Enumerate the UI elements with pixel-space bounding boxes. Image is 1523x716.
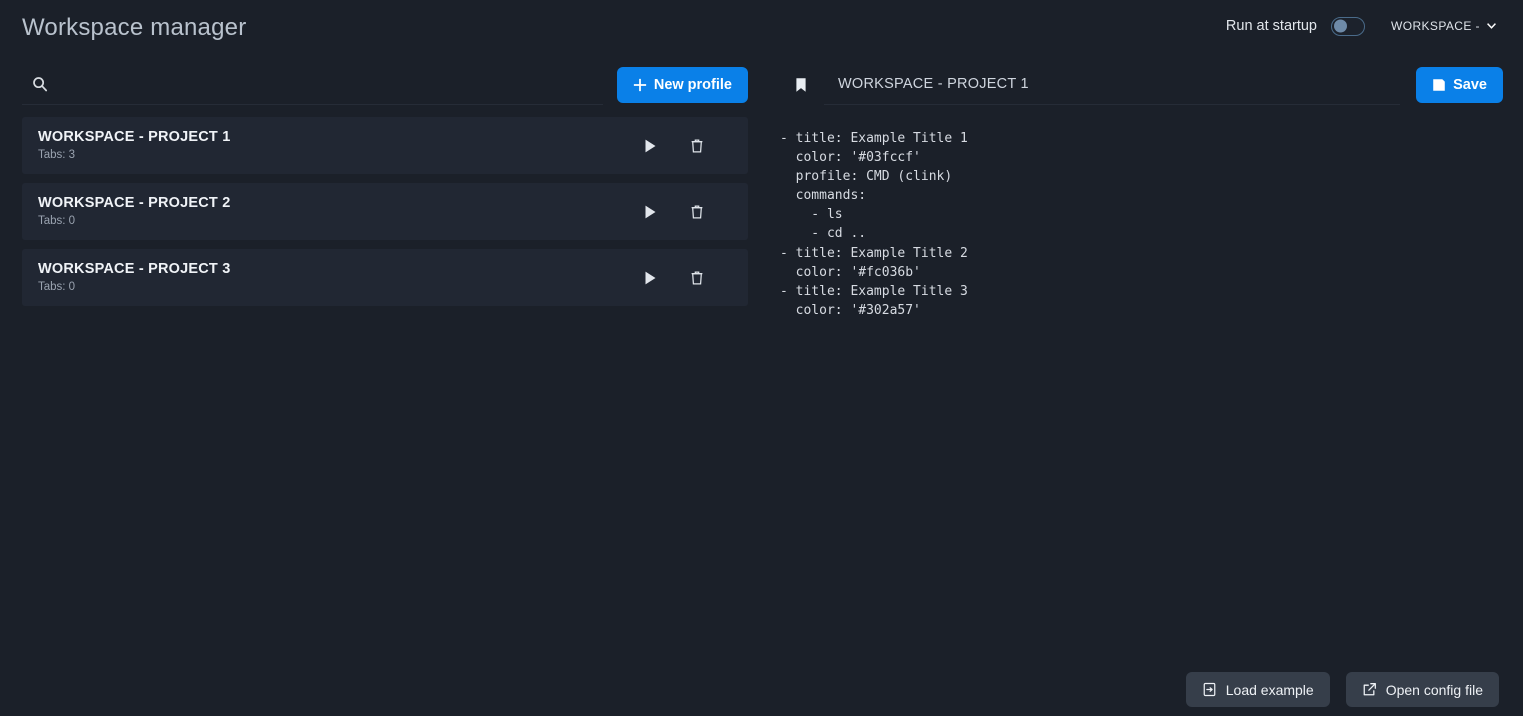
plus-icon xyxy=(633,78,647,92)
file-import-icon xyxy=(1202,682,1217,697)
new-profile-label: New profile xyxy=(653,76,732,93)
table-row[interactable]: WORKSPACE - PROJECT 2 Tabs: 0 xyxy=(22,183,748,240)
chevron-down-icon xyxy=(1486,21,1497,32)
load-example-label: Load example xyxy=(1225,681,1314,698)
profile-meta: WORKSPACE - PROJECT 3 Tabs: 0 xyxy=(38,262,230,293)
table-row[interactable]: WORKSPACE - PROJECT 1 Tabs: 3 xyxy=(22,117,748,174)
external-link-icon xyxy=(1362,682,1377,697)
profile-tabs-count: Tabs: 0 xyxy=(38,280,76,293)
search-icon xyxy=(32,76,48,92)
search-field[interactable] xyxy=(22,65,603,105)
trash-icon[interactable] xyxy=(686,267,708,289)
search-row: New profile xyxy=(0,52,768,117)
play-icon[interactable] xyxy=(639,201,661,223)
profile-tabs-count: Tabs: 0 xyxy=(38,214,76,227)
footer-actions: Load example Open config file xyxy=(1185,672,1499,707)
run-at-startup-toggle[interactable] xyxy=(1331,16,1365,36)
workspace-selector[interactable]: WORKSPACE - P xyxy=(1391,19,1497,33)
load-example-button[interactable]: Load example xyxy=(1185,672,1330,707)
page-title: Workspace manager xyxy=(22,14,247,41)
workspace-selector-value: WORKSPACE - P xyxy=(1391,19,1479,33)
open-config-file-button[interactable]: Open config file xyxy=(1345,672,1499,707)
profile-tabs-count: Tabs: 3 xyxy=(38,148,76,161)
row-actions xyxy=(639,267,734,289)
profile-meta: WORKSPACE - PROJECT 2 Tabs: 0 xyxy=(38,196,230,227)
play-icon[interactable] xyxy=(639,135,661,157)
new-profile-button[interactable]: New profile xyxy=(616,66,748,103)
profile-name-input[interactable] xyxy=(838,76,1401,92)
profile-name-field[interactable] xyxy=(824,65,1401,105)
trash-icon[interactable] xyxy=(686,135,708,157)
trash-icon[interactable] xyxy=(686,201,708,223)
run-at-startup-label: Run at startup xyxy=(1225,18,1317,34)
row-actions xyxy=(639,201,734,223)
play-icon[interactable] xyxy=(639,267,661,289)
row-actions xyxy=(639,135,734,157)
save-button[interactable]: Save xyxy=(1416,66,1503,103)
search-input[interactable] xyxy=(58,76,603,92)
header-right-controls: Run at startup WORKSPACE - P xyxy=(1225,16,1497,36)
yaml-editor-area[interactable] xyxy=(768,117,1523,716)
app-header: Workspace manager Run at startup WORKSPA… xyxy=(0,0,1523,52)
main-body: New profile WORKSPACE - PROJECT 1 Tabs: … xyxy=(0,52,1523,716)
yaml-editor-textarea[interactable] xyxy=(780,129,1503,716)
editor-pane: Save Load example xyxy=(768,52,1523,716)
toggle-knob xyxy=(1334,19,1347,33)
profiles-pane: New profile WORKSPACE - PROJECT 1 Tabs: … xyxy=(0,52,768,716)
profile-meta: WORKSPACE - PROJECT 1 Tabs: 3 xyxy=(38,130,230,161)
profile-title: WORKSPACE - PROJECT 1 xyxy=(38,129,231,145)
editor-header: Save xyxy=(768,52,1523,117)
save-icon xyxy=(1432,78,1446,92)
table-row[interactable]: WORKSPACE - PROJECT 3 Tabs: 0 xyxy=(22,249,748,306)
open-config-label: Open config file xyxy=(1385,681,1483,698)
profile-title: WORKSPACE - PROJECT 2 xyxy=(38,195,231,211)
profile-list: WORKSPACE - PROJECT 1 Tabs: 3 WORKSPACE … xyxy=(0,117,768,306)
bookmark-icon xyxy=(778,77,824,93)
save-label: Save xyxy=(1453,76,1487,93)
profile-title: WORKSPACE - PROJECT 3 xyxy=(38,261,231,277)
